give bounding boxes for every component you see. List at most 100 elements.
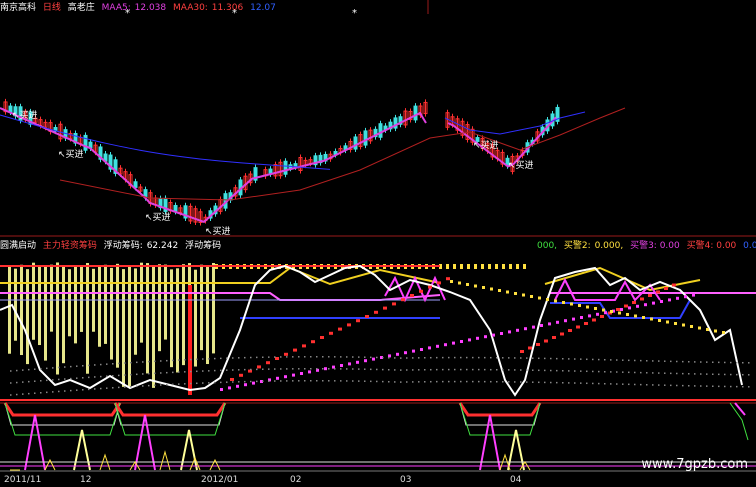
dot-mark	[100, 363, 102, 366]
volume-bar	[8, 266, 11, 354]
band-line	[0, 266, 441, 286]
dot-mark	[16, 381, 18, 384]
dot-mark	[244, 383, 247, 387]
dot-mark	[276, 376, 279, 380]
dot-mark	[310, 368, 312, 370]
dot-mark	[666, 320, 669, 324]
dot-mark	[568, 329, 572, 332]
dot-mark	[383, 306, 387, 310]
candlestick	[83, 134, 88, 151]
dot-mark	[286, 368, 288, 370]
dot-mark	[580, 382, 582, 384]
dot-mark	[58, 390, 60, 393]
dot-mark	[268, 368, 270, 370]
dot-mark	[46, 367, 48, 370]
dot-mark	[484, 380, 486, 383]
dot-mark	[112, 375, 114, 377]
dot-mark	[538, 357, 540, 360]
dot-mark	[202, 382, 204, 384]
dot-mark	[196, 370, 198, 373]
volume-bar	[68, 269, 71, 337]
dot-mark	[347, 323, 351, 327]
dot-mark	[442, 368, 444, 371]
dash-mark	[495, 264, 498, 269]
dot-mark	[46, 391, 48, 394]
dot-mark	[652, 360, 654, 362]
dot-mark	[730, 373, 732, 376]
dot-mark	[676, 296, 679, 300]
dot-mark	[238, 381, 240, 383]
volume-bar	[110, 267, 113, 360]
dot-mark	[214, 381, 216, 384]
dot-mark	[328, 368, 330, 370]
dot-mark	[322, 380, 324, 382]
dot-mark	[668, 298, 671, 302]
dot-mark	[532, 357, 534, 359]
dot-mark	[364, 359, 367, 363]
dot-mark	[356, 319, 360, 323]
dot-mark	[596, 312, 599, 316]
dot-mark	[568, 382, 570, 384]
dash-mark	[460, 264, 463, 269]
dot-mark	[718, 385, 720, 388]
dot-mark	[280, 380, 282, 382]
dot-mark	[154, 360, 156, 363]
dot-mark	[418, 369, 420, 371]
dot-mark	[574, 358, 576, 360]
dot-mark	[626, 313, 629, 316]
dot-mark	[352, 356, 354, 358]
dot-mark	[106, 363, 108, 365]
dot-mark	[284, 375, 287, 379]
dot-mark	[250, 380, 252, 383]
dot-mark	[530, 295, 533, 298]
dot-mark	[338, 327, 342, 331]
dot-mark	[356, 360, 359, 364]
dot-mark	[508, 381, 510, 383]
dot-mark	[628, 306, 631, 310]
dot-mark	[322, 356, 324, 358]
dot-mark	[664, 360, 666, 362]
volume-bar	[62, 265, 65, 364]
dot-mark	[650, 317, 653, 321]
dot-mark	[640, 371, 642, 374]
dot-mark	[478, 356, 480, 359]
dot-mark	[652, 301, 655, 305]
dot-mark	[474, 284, 477, 288]
signal-bar	[188, 285, 192, 395]
dot-mark	[374, 310, 378, 314]
dot-mark	[70, 389, 72, 392]
dot-mark	[448, 356, 450, 359]
watermark: www.7gpzb.com	[641, 457, 748, 472]
dot-mark	[230, 378, 234, 381]
dot-mark	[420, 348, 423, 351]
dot-mark	[22, 393, 24, 395]
dot-mark	[586, 370, 588, 373]
dot-mark	[396, 352, 399, 356]
x-tick-label: 2012/01	[201, 475, 239, 485]
dot-mark	[437, 281, 441, 285]
volume-bar	[98, 266, 101, 347]
dot-mark	[624, 304, 628, 308]
dot-mark	[430, 380, 432, 383]
dot-mark	[148, 384, 150, 387]
dash-mark	[446, 264, 449, 269]
dot-mark	[706, 328, 709, 331]
dot-mark	[490, 368, 492, 371]
dot-mark	[292, 373, 295, 377]
dot-mark	[498, 289, 501, 292]
dot-mark	[124, 374, 126, 376]
candlestick	[413, 105, 418, 121]
dot-mark	[76, 377, 78, 379]
dot-mark	[484, 368, 486, 371]
dot-mark	[252, 381, 255, 385]
dot-mark	[10, 382, 12, 384]
dot-mark	[748, 374, 750, 376]
dot-mark	[304, 356, 306, 358]
dot-mark	[190, 358, 192, 361]
x-tick-label: 2011/11	[4, 475, 42, 485]
dot-mark	[706, 373, 708, 375]
dot-mark	[658, 319, 661, 322]
dot-mark	[365, 315, 369, 318]
dot-mark	[394, 369, 396, 371]
dot-mark	[562, 301, 565, 304]
